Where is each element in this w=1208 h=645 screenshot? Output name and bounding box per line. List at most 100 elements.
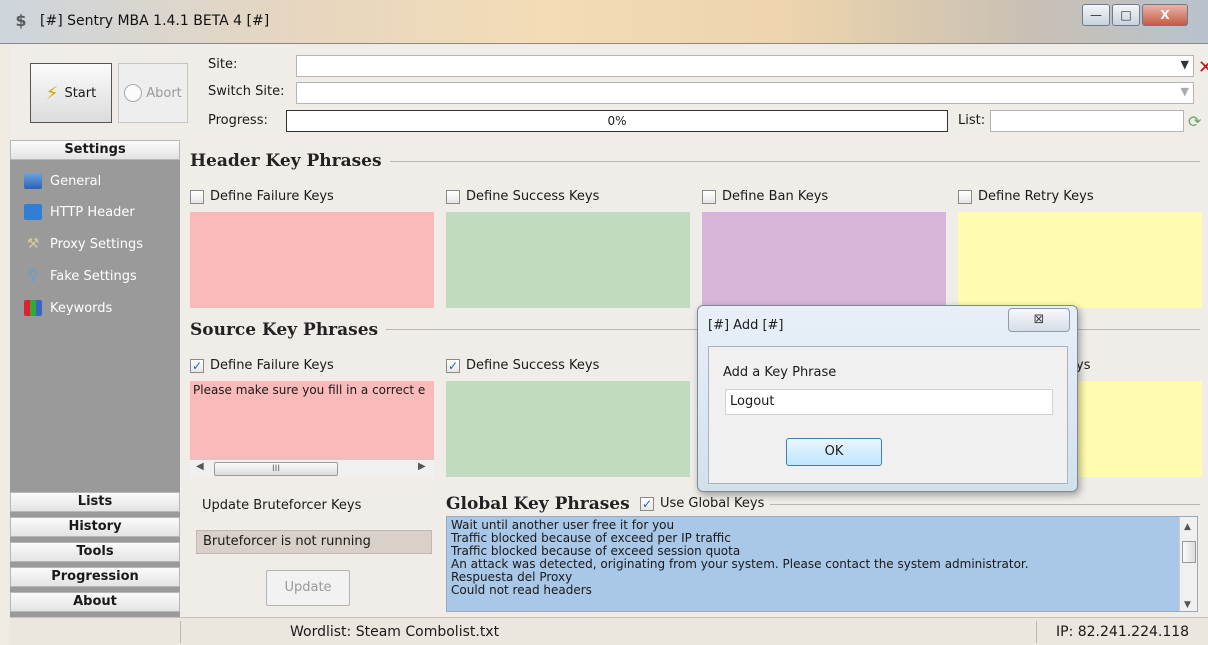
progress-bar: 0% xyxy=(286,110,948,132)
status-bar: Wordlist: Steam Combolist.txt IP: 82.241… xyxy=(10,617,1208,645)
dialog-title: [#] Add [#] xyxy=(708,318,784,333)
checkbox-label: Define Success Keys xyxy=(466,358,600,373)
checkbox-checked-icon: ✓ xyxy=(446,358,460,373)
close-button[interactable]: X xyxy=(1142,4,1188,26)
global-key-phrases-title: Global Key Phrases xyxy=(446,494,638,514)
source-success-checkbox[interactable]: ✓ Define Success Keys xyxy=(446,358,599,373)
sidebar-item-proxy-settings[interactable]: ⚒ Proxy Settings xyxy=(24,236,143,252)
source-retry-label-partial: ys xyxy=(1076,358,1091,373)
header-retry-keys-list[interactable] xyxy=(958,212,1202,308)
checkbox-box xyxy=(190,189,204,204)
update-button[interactable]: Update xyxy=(266,570,350,606)
global-keys-list[interactable]: Wait until another user free it for you … xyxy=(446,516,1198,612)
checkbox-label: Define Failure Keys xyxy=(210,189,334,204)
sidebar-bottom-sections: Lists History Tools Progression About xyxy=(10,492,180,617)
sidebar-item-http-header[interactable]: HTTP Header xyxy=(24,204,135,220)
title-bar: $ [#] Sentry MBA 1.4.1 BETA 4 [#] — □ X xyxy=(0,0,1208,44)
app-icon: $ xyxy=(15,11,27,30)
header-success-checkbox[interactable]: Define Success Keys xyxy=(446,189,599,204)
chevron-down-icon[interactable]: ▼ xyxy=(1181,58,1189,71)
sidebar-section-lists[interactable]: Lists xyxy=(10,492,180,512)
scroll-thumb[interactable] xyxy=(1182,541,1196,563)
wordlist-status: Wordlist: Steam Combolist.txt xyxy=(290,624,500,640)
list-item[interactable]: Please make sure you fill in a correct e xyxy=(190,381,434,399)
list-field[interactable] xyxy=(990,110,1184,132)
refresh-icon[interactable]: ⟳ xyxy=(1188,112,1201,131)
status-separator xyxy=(1036,621,1037,643)
checkbox-box xyxy=(446,189,460,204)
site-label: Site: xyxy=(208,57,238,72)
sidebar-section-progression[interactable]: Progression xyxy=(10,567,180,587)
horizontal-scrollbar[interactable]: ◀ III ▶ xyxy=(190,459,434,477)
general-icon xyxy=(24,173,42,189)
fake-settings-icon: ⚲ xyxy=(27,268,39,284)
sidebar-item-label: Keywords xyxy=(50,300,113,316)
checkbox-box xyxy=(958,189,972,204)
maximize-button[interactable]: □ xyxy=(1112,4,1140,26)
lightning-icon: ⚡ xyxy=(45,82,59,104)
proxy-settings-icon: ⚒ xyxy=(26,236,40,252)
header-ban-keys-list[interactable] xyxy=(702,212,946,308)
dialog-close-button[interactable]: ⊠ xyxy=(1008,308,1070,332)
checkbox-checked-icon: ✓ xyxy=(190,358,204,373)
sidebar-item-fake-settings[interactable]: ⚲ Fake Settings xyxy=(24,268,137,284)
checkbox-label: Define Failure Keys xyxy=(210,358,334,373)
abort-circle-icon xyxy=(124,84,143,102)
sidebar-item-keywords[interactable]: Keywords xyxy=(24,300,112,316)
checkbox-label: Define Retry Keys xyxy=(978,189,1094,204)
update-bruteforcer-label: Update Bruteforcer Keys xyxy=(202,498,362,513)
sidebar-section-about[interactable]: About xyxy=(10,592,180,612)
ip-status: IP: 82.241.224.118 xyxy=(1056,624,1190,640)
start-button[interactable]: ⚡ Start xyxy=(30,63,112,123)
divider xyxy=(380,161,1200,162)
clear-site-icon[interactable]: ✕ xyxy=(1198,57,1208,78)
vertical-scrollbar[interactable]: ▲ ▼ xyxy=(1179,517,1197,611)
scroll-left-icon[interactable]: ◀ xyxy=(196,461,204,472)
progress-label: Progress: xyxy=(208,113,268,128)
keywords-icon xyxy=(24,300,42,316)
sidebar-section-history[interactable]: History xyxy=(10,517,180,537)
sidebar-item-general[interactable]: General xyxy=(24,173,101,189)
sidebar-item-label: Fake Settings xyxy=(50,268,137,284)
sidebar-section-tools[interactable]: Tools xyxy=(10,542,180,562)
switch-site-label: Switch Site: xyxy=(208,84,285,99)
checkbox-box xyxy=(702,189,716,204)
header-failure-keys-list[interactable] xyxy=(190,212,434,308)
checkbox-checked-icon: ✓ xyxy=(640,496,654,511)
minimize-button[interactable]: — xyxy=(1082,4,1110,26)
scroll-up-icon[interactable]: ▲ xyxy=(1184,521,1191,534)
window-title: [#] Sentry MBA 1.4.1 BETA 4 [#] xyxy=(40,13,270,29)
list-label: List: xyxy=(958,113,986,128)
source-key-phrases-title: Source Key Phrases xyxy=(190,320,387,340)
key-phrase-input[interactable]: Logout xyxy=(725,389,1053,415)
header-ban-checkbox[interactable]: Define Ban Keys xyxy=(702,189,828,204)
header-retry-checkbox[interactable]: Define Retry Keys xyxy=(958,189,1094,204)
header-key-phrases-title: Header Key Phrases xyxy=(190,151,390,171)
scroll-down-icon[interactable]: ▼ xyxy=(1184,599,1191,611)
http-header-icon xyxy=(24,204,42,220)
chevron-down-icon[interactable]: ▼ xyxy=(1181,85,1189,98)
abort-button[interactable]: Abort xyxy=(118,63,188,123)
source-success-keys-list[interactable] xyxy=(446,381,690,477)
ok-button[interactable]: OK xyxy=(786,438,882,466)
start-label: Start xyxy=(64,85,97,101)
sidebar-item-label: General xyxy=(50,173,102,189)
header-success-keys-list[interactable] xyxy=(446,212,690,308)
status-separator xyxy=(180,621,181,643)
divider xyxy=(770,504,1200,505)
use-global-keys-checkbox[interactable]: ✓ Use Global Keys xyxy=(640,496,771,511)
dialog-prompt: Add a Key Phrase xyxy=(723,365,837,380)
scroll-thumb[interactable]: III xyxy=(214,462,338,476)
settings-header[interactable]: Settings xyxy=(10,140,180,160)
checkbox-label: Define Success Keys xyxy=(466,189,600,204)
add-key-phrase-dialog: [#] Add [#] ⊠ Add a Key Phrase Logout OK xyxy=(697,305,1078,492)
site-combobox[interactable]: ▼ xyxy=(296,55,1194,77)
bruteforcer-status: Bruteforcer is not running xyxy=(196,530,432,554)
source-failure-checkbox[interactable]: ✓ Define Failure Keys xyxy=(190,358,334,373)
header-failure-checkbox[interactable]: Define Failure Keys xyxy=(190,189,334,204)
scroll-right-icon[interactable]: ▶ xyxy=(418,461,426,472)
list-item[interactable]: Could not read headers xyxy=(451,584,1193,597)
source-failure-keys-list[interactable]: Please make sure you fill in a correct e… xyxy=(190,381,434,477)
checkbox-label: Use Global Keys xyxy=(660,496,765,511)
switch-site-combobox[interactable]: ▼ xyxy=(296,82,1194,104)
